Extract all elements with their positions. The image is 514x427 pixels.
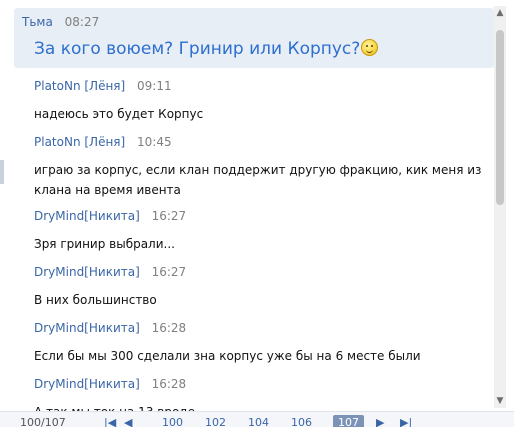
page-info: 100/107 [20,416,66,427]
message-text: надеюсь это будет Корпус [34,107,204,121]
message-author[interactable]: DryMind[Никита] [34,209,140,223]
message-author[interactable]: PlatoNn [Лёня] [34,135,125,149]
conversation-feed: Тьма 08:27 За кого воюем? Гринир или Кор… [14,8,494,419]
message-time: 16:27 [151,265,187,279]
scroll-thumb[interactable] [496,30,504,205]
conversation-viewport: Тьма 08:27 За кого воюем? Гринир или Кор… [0,0,514,427]
message-time: 09:11 [137,79,172,93]
message-meta: DryMind[Никита] 16:27 [34,264,484,280]
prev-page-button[interactable]: ◀ [124,415,132,427]
message-time: 16:27 [151,209,187,223]
message-time: 10:45 [137,135,172,149]
message-item: DryMind[Никита] 16:27 Зря гринир выбрали… [34,208,484,254]
message-text: Если бы мы 300 сделали зна корпус уже бы… [34,349,421,363]
message-text: играю за корпус, если клан поддержит дру… [34,163,482,197]
message-item: PlatoNn [Лёня] 10:45 играю за корпус, ес… [34,134,484,200]
page-link[interactable]: 106 [291,415,312,427]
message-meta: PlatoNn [Лёня] 10:45 [34,134,484,150]
vertical-scrollbar[interactable]: ▲ ▼ [494,6,506,408]
message-author[interactable]: DryMind[Никита] [34,377,140,391]
message-meta: DryMind[Никита] 16:28 [34,320,484,336]
current-page: 107 [333,415,364,427]
message-text: Зря гринир выбрали... [34,237,175,251]
page-link[interactable]: 104 [248,415,269,427]
topic-time: 08:27 [64,15,100,29]
first-page-button[interactable]: |◀ [104,415,116,427]
message-time: 16:28 [151,321,187,335]
scroll-down-icon[interactable]: ▼ [494,394,506,408]
left-resize-handle[interactable] [0,160,4,184]
message-meta: DryMind[Никита] 16:27 [34,208,484,224]
message-text: В них большинство [34,293,157,307]
message-author[interactable]: PlatoNn [Лёня] [34,79,125,93]
message-item: PlatoNn [Лёня] 09:11 надеюсь это будет К… [34,78,484,124]
thinking-face-icon [361,39,379,56]
message-author[interactable]: DryMind[Никита] [34,265,140,279]
message-item: DryMind[Никита] 16:28 Если бы мы 300 сде… [34,320,484,366]
topic-title-text: За кого воюем? Гринир или Корпус? [34,39,361,59]
topic-header: Тьма 08:27 За кого воюем? Гринир или Кор… [14,8,494,68]
scroll-up-icon[interactable]: ▲ [494,6,506,20]
message-meta: DryMind[Никита] 16:28 [34,376,484,392]
message-meta: PlatoNn [Лёня] 09:11 [34,78,484,94]
page-link[interactable]: 102 [205,415,226,427]
message-time: 16:28 [151,377,187,391]
topic-title: За кого воюем? Гринир или Корпус? [34,38,379,60]
page-link[interactable]: 100 [162,415,183,427]
last-page-button[interactable]: ▶| [400,415,412,427]
topic-author[interactable]: Тьма [22,15,53,29]
next-page-button[interactable]: ▶ [376,415,384,427]
topic-meta: Тьма 08:27 [22,14,494,30]
message-item: DryMind[Никита] 16:27 В них большинство [34,264,484,310]
pagination-bar: 100/107 |◀ ◀ 100 102 104 106 107 ▶ ▶| [0,411,514,427]
message-author[interactable]: DryMind[Никита] [34,321,140,335]
